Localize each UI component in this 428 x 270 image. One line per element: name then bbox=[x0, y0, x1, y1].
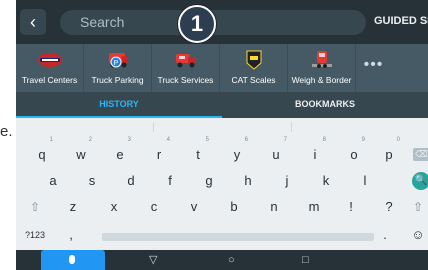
space-bar[interactable] bbox=[102, 233, 374, 241]
search-bar: ‹ Search GUIDED SEARC 1 bbox=[16, 0, 428, 44]
category-truck-services[interactable]: Truck Services bbox=[152, 44, 220, 92]
key-i[interactable]: i8 bbox=[298, 137, 332, 168]
more-icon: ••• bbox=[363, 56, 384, 73]
key-v[interactable]: v bbox=[177, 194, 211, 220]
background-text: e. bbox=[0, 123, 13, 140]
truck-services-icon bbox=[175, 54, 196, 68]
suggestion-divider bbox=[291, 122, 292, 132]
category-bar: Travel Centers P Truck Parking Truck Ser… bbox=[16, 44, 428, 92]
keyboard-row-2: a s d f g h j k l 🔍 bbox=[16, 168, 428, 194]
category-label: Truck Services bbox=[157, 75, 214, 85]
key-e[interactable]: e3 bbox=[103, 137, 137, 168]
tab-bar: HISTORY BOOKMARKS bbox=[16, 92, 428, 118]
on-screen-keyboard: q1 w2 e3 r4 t5 y6 u7 i8 o9 p0 ⌫ a s d f … bbox=[16, 118, 428, 250]
weigh-border-icon bbox=[311, 51, 332, 68]
key-s[interactable]: s bbox=[75, 168, 109, 194]
key-b[interactable]: b bbox=[217, 194, 251, 220]
key-h[interactable]: h bbox=[231, 168, 265, 194]
key-p[interactable]: p0 bbox=[372, 137, 406, 168]
symbols-key[interactable]: ?123 bbox=[18, 222, 52, 248]
key-w[interactable]: w2 bbox=[64, 137, 98, 168]
nav-back-icon[interactable]: ▽ bbox=[149, 253, 157, 267]
nav-home-icon[interactable]: ○ bbox=[228, 253, 235, 267]
search-placeholder: Search bbox=[80, 14, 125, 30]
keyboard-row-1: q1 w2 e3 r4 t5 y6 u7 i8 o9 p0 ⌫ bbox=[16, 137, 428, 168]
key-n[interactable]: n bbox=[257, 194, 291, 220]
key-o[interactable]: o9 bbox=[337, 137, 371, 168]
tab-bookmarks[interactable]: BOOKMARKS bbox=[222, 92, 428, 118]
keyboard-row-4: ?123 , . ☺ bbox=[16, 222, 428, 248]
microphone-icon bbox=[69, 255, 75, 264]
category-label: Travel Centers bbox=[21, 75, 78, 85]
key-a[interactable]: a bbox=[36, 168, 70, 194]
voice-input-button[interactable] bbox=[41, 250, 105, 270]
key-k[interactable]: k bbox=[309, 168, 343, 194]
key-x[interactable]: x bbox=[97, 194, 131, 220]
key-c[interactable]: c bbox=[137, 194, 171, 220]
period-key[interactable]: . bbox=[368, 222, 402, 248]
key-j[interactable]: j bbox=[270, 168, 304, 194]
travel-centers-logo-icon bbox=[37, 53, 62, 67]
key-z[interactable]: z bbox=[56, 194, 90, 220]
key-m[interactable]: m bbox=[297, 194, 331, 220]
key-d[interactable]: d bbox=[114, 168, 148, 194]
key-u[interactable]: u7 bbox=[259, 137, 293, 168]
step-callout-badge: 1 bbox=[178, 5, 216, 43]
tab-history[interactable]: HISTORY bbox=[16, 92, 222, 118]
shift-key-right[interactable]: ⇧ bbox=[401, 194, 428, 220]
shift-key[interactable]: ⇧ bbox=[18, 194, 52, 220]
category-weigh-border[interactable]: Weigh & Border bbox=[288, 44, 356, 92]
category-more-button[interactable]: ••• bbox=[356, 44, 391, 92]
guided-search-button[interactable]: GUIDED SEARC bbox=[374, 15, 428, 27]
search-go-key[interactable]: 🔍 bbox=[412, 172, 428, 190]
category-truck-parking[interactable]: P Truck Parking bbox=[84, 44, 152, 92]
key-q[interactable]: q1 bbox=[25, 137, 59, 168]
backspace-key[interactable]: ⌫ bbox=[413, 148, 428, 161]
emoji-key[interactable]: ☺ bbox=[401, 222, 428, 248]
category-travel-centers[interactable]: Travel Centers bbox=[16, 44, 84, 92]
system-nav-bar: ▽ ○ □ bbox=[16, 250, 428, 270]
cat-scales-icon bbox=[246, 50, 261, 70]
key-g[interactable]: g bbox=[192, 168, 226, 194]
category-label: Truck Parking bbox=[91, 75, 144, 85]
category-label: CAT Scales bbox=[231, 75, 276, 85]
key-f[interactable]: f bbox=[153, 168, 187, 194]
nav-recents-icon[interactable]: □ bbox=[302, 253, 309, 267]
app-screen: ‹ Search GUIDED SEARC 1 Travel Centers P bbox=[16, 0, 428, 270]
svg-text:P: P bbox=[113, 60, 118, 67]
key-l[interactable]: l bbox=[348, 168, 382, 194]
back-button[interactable]: ‹ bbox=[20, 9, 46, 35]
key-t[interactable]: t5 bbox=[181, 137, 215, 168]
truck-parking-icon: P bbox=[108, 53, 128, 68]
category-cat-scales[interactable]: CAT Scales bbox=[220, 44, 288, 92]
key-r[interactable]: r4 bbox=[142, 137, 176, 168]
comma-key[interactable]: , bbox=[54, 222, 88, 248]
keyboard-row-3: ⇧ z x c v b n m ! ? ⇧ bbox=[16, 194, 428, 220]
key-y[interactable]: y6 bbox=[220, 137, 254, 168]
suggestion-strip[interactable] bbox=[16, 118, 428, 136]
category-label: Weigh & Border bbox=[291, 75, 352, 85]
key-exclamation[interactable]: ! bbox=[334, 194, 368, 220]
suggestion-divider bbox=[153, 122, 154, 132]
